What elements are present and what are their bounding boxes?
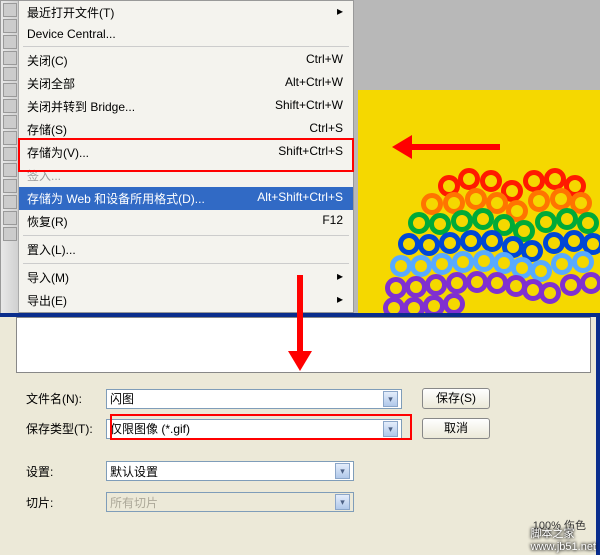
menu-close-all[interactable]: 关闭全部Alt+Ctrl+W bbox=[19, 72, 353, 95]
arrow-annotation-2 bbox=[297, 275, 303, 353]
chevron-down-icon: ▾ bbox=[335, 494, 350, 510]
watermark: 脚本之家www.jb51.net bbox=[531, 525, 596, 553]
menu-save[interactable]: 存储(S)Ctrl+S bbox=[19, 118, 353, 141]
savetype-select[interactable]: 仅限图像 (*.gif) ▾ bbox=[106, 419, 402, 439]
savetype-label: 保存类型(T): bbox=[26, 420, 106, 437]
slices-select: 所有切片 ▾ bbox=[106, 492, 354, 512]
menu-save-as[interactable]: 存储为(V)...Shift+Ctrl+S bbox=[19, 141, 353, 164]
canvas-area bbox=[354, 0, 600, 313]
cancel-button[interactable]: 取消 bbox=[422, 418, 490, 439]
menu-close-bridge[interactable]: 关闭并转到 Bridge...Shift+Ctrl+W bbox=[19, 95, 353, 118]
menu-place[interactable]: 置入(L)... bbox=[19, 238, 353, 261]
chevron-down-icon[interactable]: ▾ bbox=[383, 391, 398, 407]
menu-recent[interactable]: 最近打开文件(T)▸ bbox=[19, 1, 353, 24]
slices-label: 切片: bbox=[26, 494, 106, 511]
filename-input[interactable]: 闪图 ▾ bbox=[106, 389, 402, 409]
menu-checkin: 签入... bbox=[19, 164, 353, 187]
save-button[interactable]: 保存(S) bbox=[422, 388, 490, 409]
menu-device-central[interactable]: Device Central... bbox=[19, 24, 353, 44]
menu-close[interactable]: 关闭(C)Ctrl+W bbox=[19, 49, 353, 72]
menu-revert[interactable]: 恢复(R)F12 bbox=[19, 210, 353, 233]
settings-select[interactable]: 默认设置 ▾ bbox=[106, 461, 354, 481]
toolbar-strip bbox=[1, 1, 19, 314]
chevron-down-icon[interactable]: ▾ bbox=[383, 421, 398, 437]
arrow-annotation-1 bbox=[410, 144, 500, 150]
settings-label: 设置: bbox=[26, 463, 106, 480]
filename-label: 文件名(N): bbox=[26, 390, 106, 407]
chevron-down-icon[interactable]: ▾ bbox=[335, 463, 350, 479]
menu-save-for-web[interactable]: 存储为 Web 和设备所用格式(D)...Alt+Shift+Ctrl+S bbox=[19, 187, 353, 210]
